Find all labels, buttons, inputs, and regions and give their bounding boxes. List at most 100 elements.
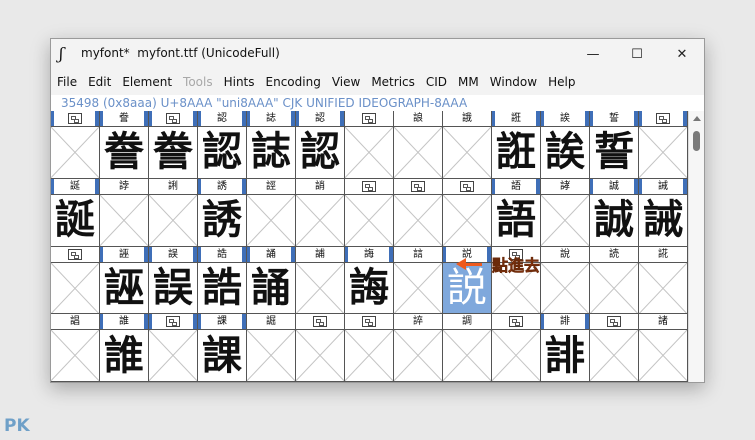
glyph-cell[interactable]: 誳 xyxy=(247,314,296,382)
glyph-cell[interactable] xyxy=(345,111,394,179)
glyph-cell[interactable]: 誹誹 xyxy=(541,314,590,382)
glyph-cell[interactable]: 誩 xyxy=(394,246,443,315)
glyph-cell[interactable] xyxy=(492,314,541,382)
glyph-cell[interactable]: 誣誣 xyxy=(100,246,149,315)
glyph-preview xyxy=(590,263,638,314)
glyph-cell[interactable]: 誊 xyxy=(149,111,198,179)
glyph-cell-label: 誚 xyxy=(296,178,344,195)
glyph-cell[interactable]: 誠誠 xyxy=(590,178,639,247)
glyph-cell[interactable]: 誒誒 xyxy=(541,111,590,179)
glyph-cell[interactable] xyxy=(443,178,492,247)
menu-view[interactable]: View xyxy=(332,75,360,89)
glyph-cell[interactable]: 誓誓 xyxy=(590,111,639,179)
glyph-image: 誊 xyxy=(104,129,144,176)
glyph-cell[interactable]: 誧 xyxy=(296,246,345,315)
glyph-preview xyxy=(541,195,589,246)
empty-glyph-cross-icon xyxy=(394,127,442,178)
vertical-scrollbar[interactable] xyxy=(688,111,704,382)
empty-glyph-cross-icon xyxy=(394,330,442,381)
glyph-cell[interactable]: 誶 xyxy=(394,314,443,382)
glyph-cell[interactable] xyxy=(590,314,639,382)
glyph-cell[interactable]: 說 xyxy=(541,246,590,315)
glyph-cell-label: 誣 xyxy=(100,246,148,263)
glyph-cell[interactable]: 誖 xyxy=(100,178,149,247)
scroll-up-arrow-icon[interactable] xyxy=(693,116,701,121)
glyph-cell-label xyxy=(639,111,687,127)
glyph-image: 誓 xyxy=(594,129,634,176)
glyph-cell[interactable] xyxy=(345,314,394,382)
glyph-cell[interactable]: 誕誕 xyxy=(51,178,100,247)
menu-window[interactable]: Window xyxy=(490,75,537,89)
glyph-cell[interactable]: 誑誑 xyxy=(492,111,541,179)
scrollbar-thumb[interactable] xyxy=(693,131,700,151)
glyph-cell[interactable]: 読 xyxy=(590,246,639,315)
menu-help[interactable]: Help xyxy=(548,75,575,89)
glyph-cell[interactable]: 誮 xyxy=(639,246,688,315)
glyph-cell[interactable]: 誟 xyxy=(541,178,590,247)
glyph-preview xyxy=(296,330,344,381)
glyph-cell[interactable]: 誘誘 xyxy=(198,178,247,247)
glyph-cell[interactable]: 誌誌 xyxy=(247,111,296,179)
glyph-preview: 誕 xyxy=(51,195,99,246)
empty-glyph-cross-icon xyxy=(590,263,638,314)
glyph-cell[interactable] xyxy=(51,246,100,315)
empty-glyph-cross-icon xyxy=(345,127,393,178)
glyph-cell[interactable]: 誦誦 xyxy=(247,246,296,315)
glyph-cell[interactable]: 課課 xyxy=(198,314,247,382)
glyph-cell[interactable]: 誯 xyxy=(51,314,100,382)
glyph-cell[interactable] xyxy=(394,178,443,247)
glyph-cell-label xyxy=(51,111,99,127)
close-icon[interactable]: ✕ xyxy=(660,39,704,69)
glyph-cell[interactable]: 誗 xyxy=(149,178,198,247)
glyph-preview: 認 xyxy=(296,127,344,178)
glyph-preview xyxy=(590,330,638,381)
glyph-cell[interactable]: 誤誤 xyxy=(149,246,198,315)
maximize-icon[interactable]: ☐ xyxy=(615,39,659,69)
glyph-cell[interactable]: 認認 xyxy=(296,111,345,179)
menu-cid[interactable]: CID xyxy=(426,75,447,89)
menu-element[interactable]: Element xyxy=(122,75,172,89)
menu-metrics[interactable]: Metrics xyxy=(371,75,415,89)
missing-glyph-icon xyxy=(411,180,425,192)
glyph-cell[interactable]: 誊誊 xyxy=(100,111,149,179)
glyph-cell[interactable]: 調 xyxy=(443,314,492,382)
glyph-cell[interactable]: 語語 xyxy=(492,178,541,247)
glyph-cell[interactable] xyxy=(51,111,100,179)
glyph-cell[interactable]: 誏 xyxy=(394,111,443,179)
missing-glyph-icon xyxy=(460,180,474,192)
minimize-icon[interactable]: — xyxy=(571,39,615,69)
menu-hints[interactable]: Hints xyxy=(224,75,255,89)
glyph-cell[interactable]: 諸 xyxy=(639,314,688,382)
glyph-cell[interactable]: 誐 xyxy=(443,111,492,179)
title-bar[interactable]: ʃ myfont* myfont.ttf (UnicodeFull) — ☐ ✕ xyxy=(51,39,704,69)
glyph-cell-label: 誊 xyxy=(100,111,148,127)
glyph-cell[interactable] xyxy=(296,314,345,382)
glyph-preview xyxy=(296,263,344,314)
glyph-cell[interactable]: 誨誨 xyxy=(345,246,394,315)
glyph-cell[interactable]: 誰誰 xyxy=(100,314,149,382)
menu-file[interactable]: File xyxy=(57,75,77,89)
glyph-cell[interactable] xyxy=(149,314,198,382)
glyph-cell[interactable]: 誡誡 xyxy=(639,178,688,247)
glyph-cell[interactable]: 認認 xyxy=(198,111,247,179)
menu-edit[interactable]: Edit xyxy=(88,75,111,89)
menu-encoding[interactable]: Encoding xyxy=(266,75,321,89)
empty-glyph-cross-icon xyxy=(149,330,197,381)
glyph-preview xyxy=(345,195,393,246)
glyph-cell[interactable]: 誙 xyxy=(247,178,296,247)
glyph-cell[interactable] xyxy=(639,111,688,179)
menu-mm[interactable]: MM xyxy=(458,75,479,89)
menu-bar: File Edit Element Tools Hints Encoding View Met… xyxy=(51,69,704,95)
menu-tools: Tools xyxy=(183,75,213,89)
missing-glyph-icon xyxy=(166,113,180,124)
glyph-cell[interactable] xyxy=(345,178,394,247)
glyph-cell[interactable]: 誚 xyxy=(296,178,345,247)
glyph-preview: 誑 xyxy=(492,127,540,178)
glyph-cell-label xyxy=(345,314,393,331)
glyph-image: 誨 xyxy=(349,264,389,311)
glyph-preview: 誡 xyxy=(639,195,687,246)
empty-glyph-cross-icon xyxy=(345,330,393,381)
empty-glyph-cross-icon xyxy=(296,195,344,246)
glyph-cell[interactable]: 誥誥 xyxy=(198,246,247,315)
glyph-image: 誕 xyxy=(55,197,95,244)
